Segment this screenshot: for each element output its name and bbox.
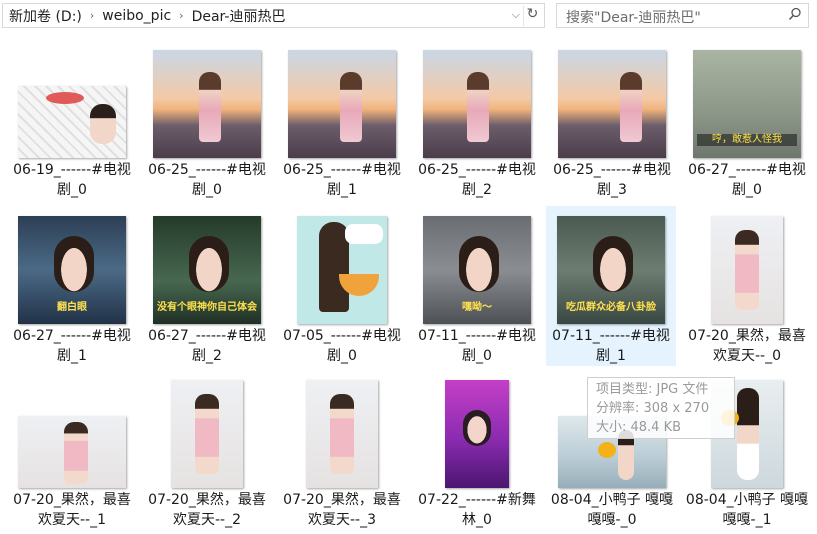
image-thumbnail <box>18 416 126 488</box>
file-name: 07-11_------#电视剧_0 <box>418 328 536 364</box>
file-name: 06-27_------#电视剧_2 <box>148 328 266 364</box>
image-thumbnail <box>445 380 509 488</box>
file-name: 06-27_------#电视剧_0 <box>688 162 806 198</box>
image-subtitle: 翻白眼 <box>57 302 87 313</box>
tooltip-dimensions: 分辨率: 308 x 270 <box>596 401 710 416</box>
file-item[interactable]: 07-20_果然，最喜欢夏天--_2 <box>143 370 271 530</box>
file-name: 07-05_------#电视剧_0 <box>283 328 401 364</box>
search-placeholder: 搜索"Dear-迪丽热巴" <box>566 10 701 26</box>
image-subtitle: 吃瓜群众必备八卦脸 <box>566 302 656 313</box>
file-item[interactable]: 嘿呦～ 07-11_------#电视剧_0 <box>413 206 541 366</box>
tooltip-type: 项目类型: JPG 文件 <box>596 382 709 397</box>
file-item[interactable]: 07-20_果然，最喜欢夏天--_1 <box>8 370 136 530</box>
file-name: 06-25_------#电视剧_0 <box>148 162 266 198</box>
image-subtitle: 嘿呦～ <box>462 302 492 313</box>
file-item[interactable]: 没有个眼神你自己体会 06-27_------#电视剧_2 <box>143 206 271 366</box>
file-item[interactable]: 06-19_------#电视剧_0 <box>8 40 136 200</box>
image-thumbnail <box>711 216 783 324</box>
breadcrumb-weibo-pic[interactable]: weibo_pic <box>102 8 171 24</box>
image-thumbnail: 吃瓜群众必备八卦脸 <box>557 216 665 324</box>
image-thumbnail <box>288 50 396 158</box>
file-item[interactable]: 07-05_------#电视剧_0 <box>278 206 406 366</box>
image-thumbnail <box>297 216 387 324</box>
breadcrumb-drive[interactable]: 新加卷 (D:) <box>9 6 82 26</box>
image-thumbnail <box>171 380 243 488</box>
image-thumbnail: 翻白眼 <box>18 216 126 324</box>
image-subtitle: 哼，敢惹人怪我 <box>697 134 797 146</box>
file-name: 06-19_------#电视剧_0 <box>13 162 131 198</box>
image-thumbnail <box>18 86 126 158</box>
file-name: 06-27_------#电视剧_1 <box>13 328 131 364</box>
file-item[interactable]: 哼，敢惹人怪我 06-27_------#电视剧_0 <box>683 40 811 200</box>
file-info-tooltip: 项目类型: JPG 文件 分辨率: 308 x 270 大小: 48.4 KB <box>587 377 735 439</box>
file-name: 07-22_------#新舞林_0 <box>418 492 536 528</box>
image-subtitle: 没有个眼神你自己体会 <box>157 302 257 313</box>
search-icon[interactable] <box>788 7 802 21</box>
search-box[interactable]: 搜索"Dear-迪丽热巴" <box>556 3 809 28</box>
refresh-icon[interactable]: ↻ <box>523 6 541 26</box>
file-item[interactable]: 06-25_------#电视剧_0 <box>143 40 271 200</box>
file-item[interactable]: 07-20_果然，最喜欢夏天--_0 <box>683 206 811 366</box>
chevron-right-icon[interactable]: › <box>90 9 94 22</box>
image-thumbnail: 没有个眼神你自己体会 <box>153 216 261 324</box>
tooltip-size: 大小: 48.4 KB <box>596 420 682 435</box>
chevron-right-icon[interactable]: › <box>179 9 183 22</box>
image-thumbnail: 嘿呦～ <box>423 216 531 324</box>
image-thumbnail <box>558 50 666 158</box>
file-item[interactable]: 07-20_果然，最喜欢夏天--_3 <box>278 370 406 530</box>
file-name: 06-25_------#电视剧_1 <box>283 162 401 198</box>
file-name: 06-25_------#电视剧_2 <box>418 162 536 198</box>
image-thumbnail <box>153 50 261 158</box>
file-name: 07-20_果然，最喜欢夏天--_2 <box>148 492 266 528</box>
file-name: 07-20_果然，最喜欢夏天--_0 <box>688 328 806 364</box>
file-name: 06-25_------#电视剧_3 <box>553 162 671 198</box>
address-bar[interactable]: 新加卷 (D:) › weibo_pic › Dear-迪丽热巴 ⌵ ↻ <box>2 3 545 28</box>
file-item[interactable]: 翻白眼 06-27_------#电视剧_1 <box>8 206 136 366</box>
image-thumbnail: 哼，敢惹人怪我 <box>693 50 801 158</box>
file-name: 08-04_小鸭子 嘎嘎嘎嘎-_0 <box>550 492 674 528</box>
file-item[interactable]: 07-22_------#新舞林_0 <box>413 370 541 530</box>
file-name: 07-20_果然，最喜欢夏天--_1 <box>13 492 131 528</box>
image-thumbnail <box>423 50 531 158</box>
file-name: 07-20_果然，最喜欢夏天--_3 <box>283 492 401 528</box>
navigation-bar: 新加卷 (D:) › weibo_pic › Dear-迪丽热巴 ⌵ ↻ 搜索"… <box>0 0 817 32</box>
breadcrumb-current-folder[interactable]: Dear-迪丽热巴 <box>192 6 286 26</box>
file-name: 08-04_小鸭子 嘎嘎嘎嘎-_1 <box>685 492 809 528</box>
image-thumbnail <box>306 380 378 488</box>
file-item-hovered[interactable]: 吃瓜群众必备八卦脸 07-11_------#电视剧_1 <box>546 206 676 366</box>
file-item[interactable]: 06-25_------#电视剧_1 <box>278 40 406 200</box>
history-dropdown-icon[interactable]: ⌵ <box>512 8 520 22</box>
file-item[interactable]: 06-25_------#电视剧_2 <box>413 40 541 200</box>
file-name: 07-11_------#电视剧_1 <box>552 328 670 364</box>
file-item[interactable]: 06-25_------#电视剧_3 <box>548 40 676 200</box>
